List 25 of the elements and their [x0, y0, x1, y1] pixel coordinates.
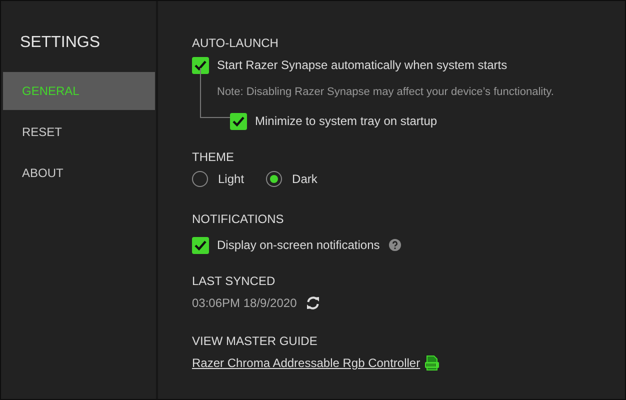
sidebar-item[interactable]: ABOUT	[3, 154, 155, 192]
section-heading: LAST SYNCED	[192, 274, 276, 290]
sidebar-title: SETTINGS	[20, 34, 102, 53]
checkbox-label: Display on-screen notifications	[217, 238, 380, 252]
guide-link[interactable]: Razer Chroma Addressable Rgb Controller	[192, 356, 420, 370]
checkbox-label: Minimize to system tray on startup	[255, 114, 438, 128]
checkbox[interactable]	[192, 56, 209, 74]
section-heading: VIEW MASTER GUIDE	[192, 334, 318, 350]
section-heading: AUTO-LAUNCH	[192, 36, 280, 52]
radio-button[interactable]	[266, 171, 282, 187]
help-icon[interactable]	[388, 239, 401, 251]
checkbox[interactable]	[192, 236, 209, 254]
section-heading: THEME	[192, 150, 235, 166]
radio-button[interactable]	[192, 171, 208, 187]
sidebar-item[interactable]: GENERAL	[3, 72, 155, 110]
sidebar-item[interactable]: RESET	[3, 113, 155, 151]
refresh-icon[interactable]	[306, 296, 320, 310]
sync-time: 03:06PM 18/9/2020	[192, 296, 297, 310]
radio-label: Light	[218, 172, 244, 186]
note-text: Note: Disabling Razer Synapse may affect your device’s functionality.	[217, 86, 555, 100]
section-heading: NOTIFICATIONS	[192, 212, 285, 228]
document-icon[interactable]	[424, 355, 440, 371]
checkbox[interactable]	[230, 112, 247, 130]
radio-label: Dark	[292, 172, 318, 186]
checkbox-label: Start Razer Synapse automatically when system starts	[217, 58, 508, 72]
